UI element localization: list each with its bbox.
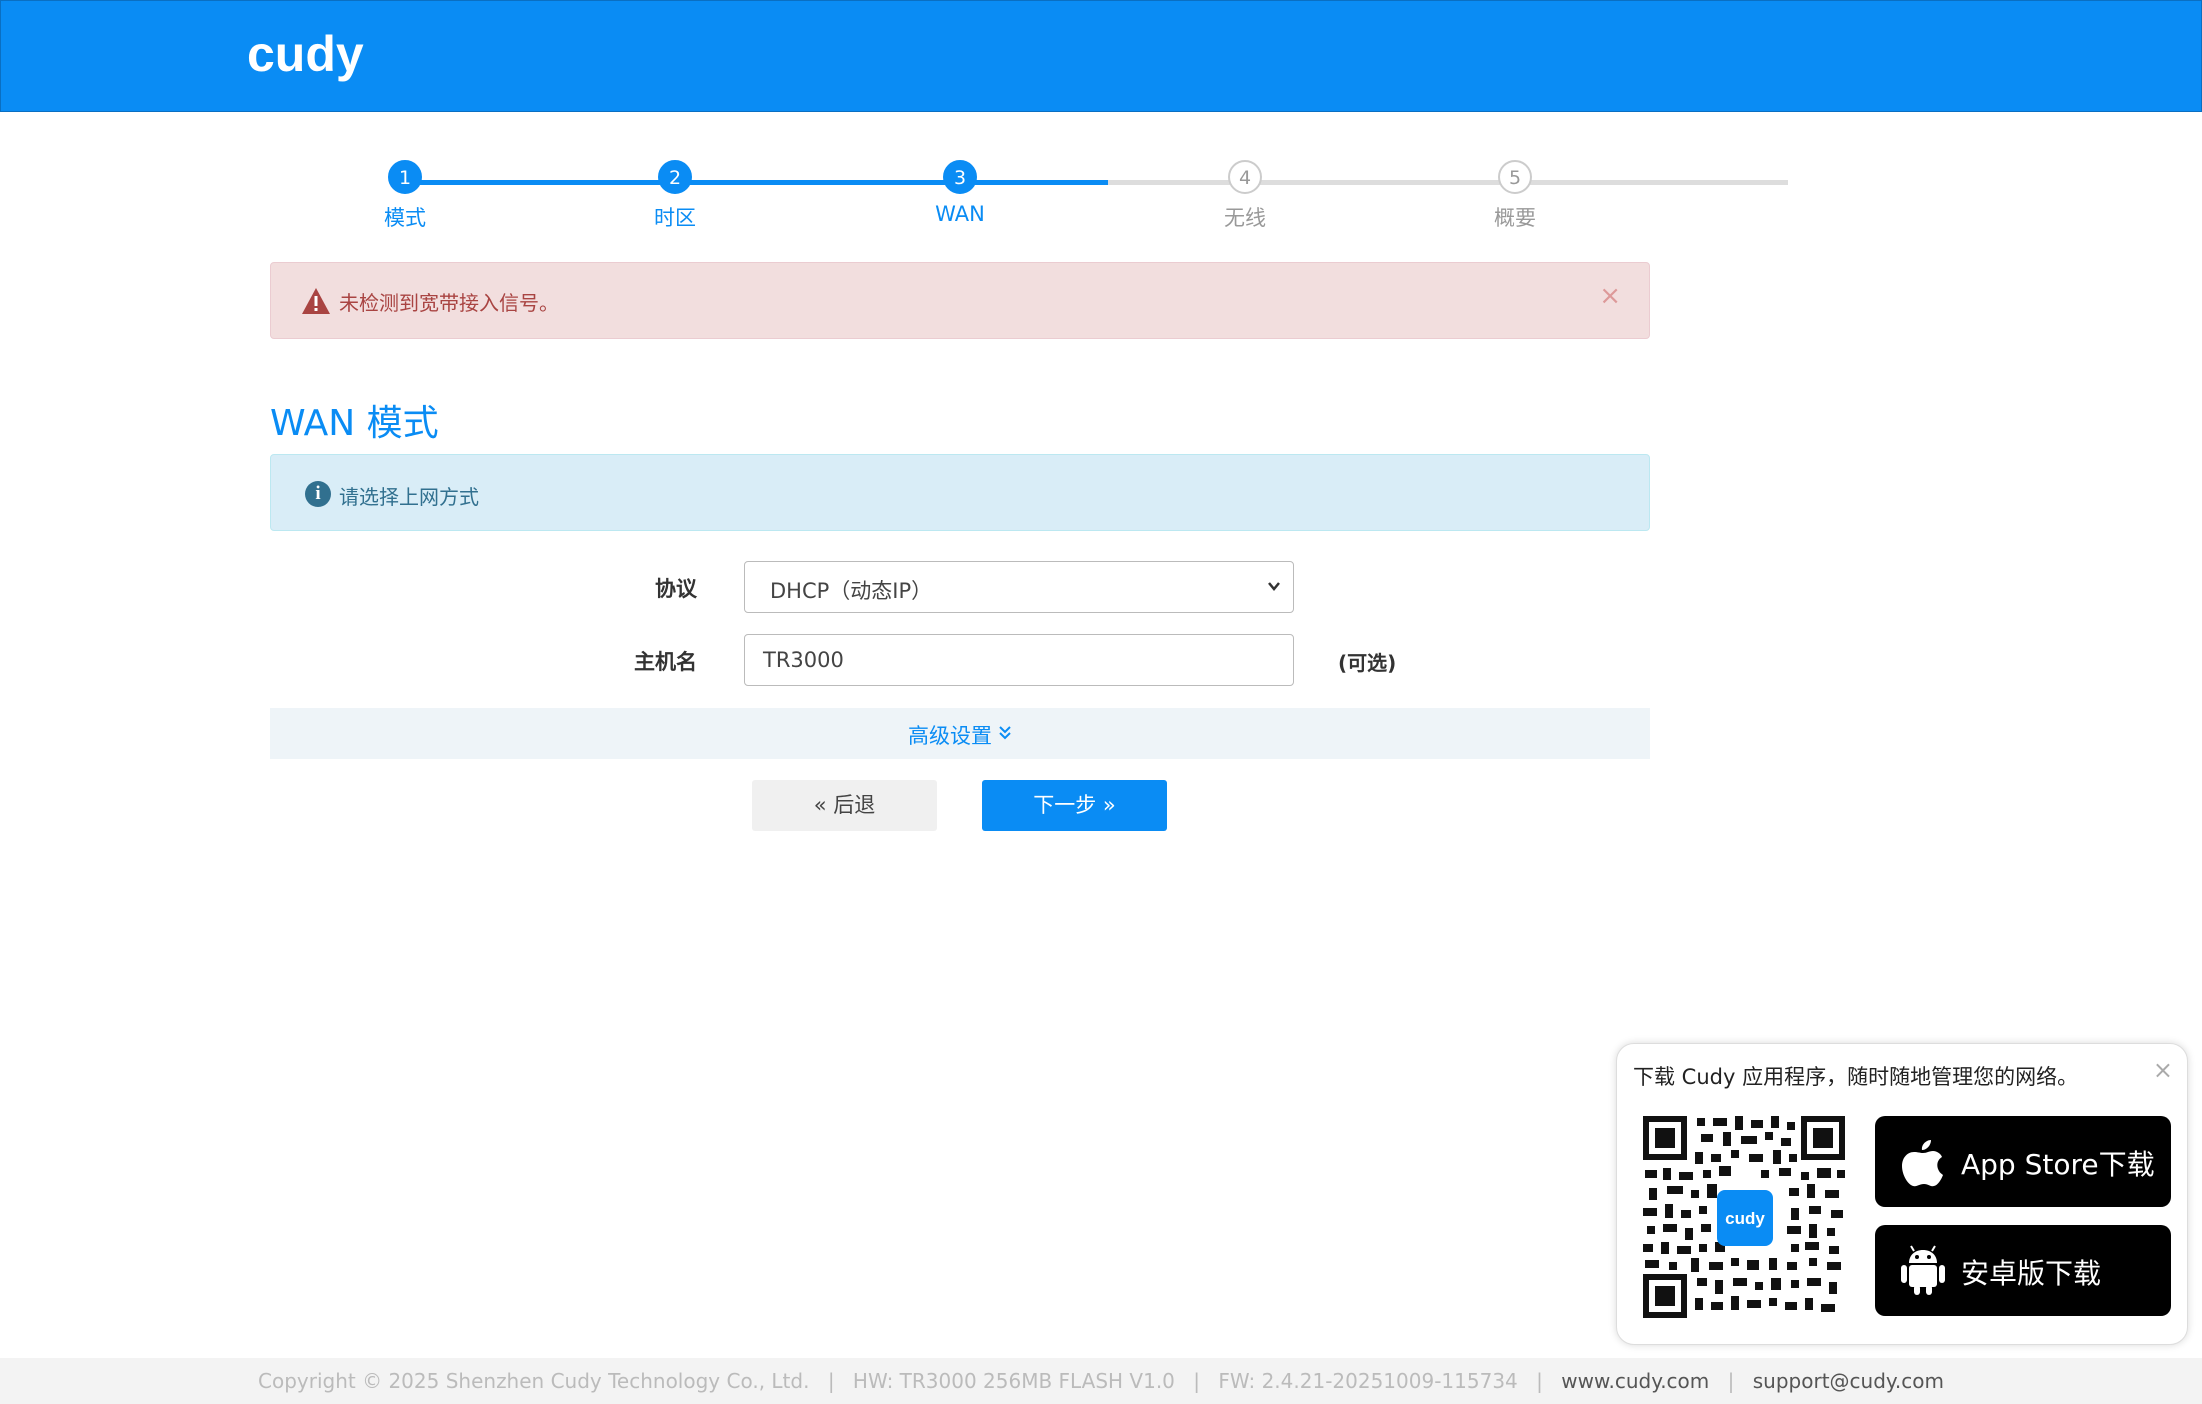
hostname-input[interactable]: TR3000 bbox=[744, 634, 1294, 686]
no-signal-alert: 未检测到宽带接入信号。 × bbox=[270, 262, 1650, 339]
cudy-logo[interactable]: cudy bbox=[247, 27, 383, 87]
step-number: 5 bbox=[1498, 160, 1532, 194]
support-email-link[interactable]: support@cudy.com bbox=[1753, 1369, 1944, 1393]
hardware-version: HW: TR3000 256MB FLASH V1.0 bbox=[852, 1369, 1175, 1393]
page-footer: Copyright © 2025 Shenzhen Cudy Technolog… bbox=[0, 1358, 2202, 1404]
app-download-popup: 下载 Cudy 应用程序，随时随地管理您的网络。 × cudy App Stor… bbox=[1616, 1043, 2188, 1345]
android-download-button[interactable]: 安卓版下载 bbox=[1875, 1225, 2171, 1316]
next-button[interactable]: 下一步 » bbox=[982, 780, 1167, 831]
step-timezone: 2 时区 bbox=[605, 160, 745, 232]
protocol-select[interactable]: DHCP（动态IP） bbox=[744, 561, 1294, 613]
protocol-selected-value: DHCP（动态IP） bbox=[770, 579, 933, 603]
hostname-value: TR3000 bbox=[763, 648, 844, 672]
android-icon bbox=[1901, 1245, 1945, 1295]
step-label: 无线 bbox=[1224, 206, 1266, 230]
close-icon[interactable]: × bbox=[1599, 281, 1621, 311]
step-number: 1 bbox=[388, 160, 422, 194]
apple-icon bbox=[1902, 1140, 1943, 1187]
footer-separator: | bbox=[1193, 1369, 1201, 1393]
hostname-label: 主机名 bbox=[634, 650, 697, 674]
logo-text: cudy bbox=[247, 27, 364, 82]
info-icon: i bbox=[305, 481, 331, 507]
back-button[interactable]: « 后退 bbox=[752, 780, 937, 831]
footer-separator: | bbox=[827, 1369, 835, 1393]
step-summary: 5 概要 bbox=[1445, 160, 1585, 232]
close-icon[interactable]: × bbox=[2153, 1056, 2173, 1084]
appstore-download-button[interactable]: App Store下载 bbox=[1875, 1116, 2171, 1207]
step-mode: 1 模式 bbox=[335, 160, 475, 232]
top-header: cudy bbox=[0, 0, 2202, 112]
step-number: 4 bbox=[1228, 160, 1262, 194]
step-label: 模式 bbox=[384, 206, 426, 230]
page-title: WAN 模式 bbox=[270, 403, 439, 444]
step-label: WAN bbox=[935, 202, 985, 226]
protocol-label: 协议 bbox=[655, 577, 697, 601]
qr-code: cudy bbox=[1641, 1114, 1847, 1320]
website-link[interactable]: www.cudy.com bbox=[1561, 1369, 1709, 1393]
footer-separator: | bbox=[1727, 1369, 1735, 1393]
double-chevron-down-icon bbox=[999, 726, 1011, 740]
android-label: 安卓版下载 bbox=[1961, 1257, 2102, 1290]
info-message: 请选择上网方式 bbox=[339, 485, 479, 509]
step-wan: 3 WAN bbox=[890, 160, 1030, 226]
step-number: 2 bbox=[658, 160, 692, 194]
optional-hint: (可选) bbox=[1338, 651, 1397, 675]
footer-separator: | bbox=[1536, 1369, 1543, 1393]
setup-progress-steps: 1 模式 2 时区 3 WAN 4 无线 5 概要 bbox=[270, 160, 1788, 260]
popup-title: 下载 Cudy 应用程序，随时随地管理您的网络。 bbox=[1633, 1065, 2079, 1089]
warning-triangle-icon bbox=[302, 288, 330, 314]
advanced-settings-toggle[interactable]: 高级设置 bbox=[270, 708, 1650, 759]
info-alert: i 请选择上网方式 bbox=[270, 454, 1650, 531]
step-wireless: 4 无线 bbox=[1175, 160, 1315, 232]
step-label: 概要 bbox=[1494, 206, 1536, 230]
advanced-settings-label: 高级设置 bbox=[908, 724, 992, 748]
step-label: 时区 bbox=[654, 206, 696, 230]
firmware-version: FW: 2.4.21-20251009-115734 bbox=[1218, 1369, 1518, 1393]
chevron-down-icon bbox=[1268, 582, 1280, 591]
step-number: 3 bbox=[943, 160, 977, 194]
alert-message: 未检测到宽带接入信号。 bbox=[339, 291, 559, 315]
appstore-label: App Store下载 bbox=[1961, 1148, 2155, 1181]
copyright-text: Copyright © 2025 Shenzhen Cudy Technolog… bbox=[258, 1369, 810, 1393]
qr-logo-text: cudy bbox=[1725, 1209, 1765, 1228]
